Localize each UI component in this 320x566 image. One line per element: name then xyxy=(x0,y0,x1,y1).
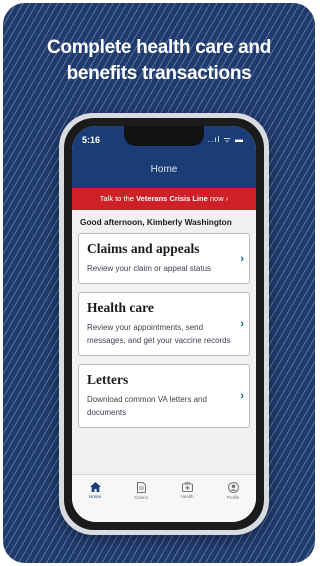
tab-label: Profile xyxy=(226,495,240,500)
chevron-right-icon: › xyxy=(240,252,244,265)
promo-card: Complete health care and benefits transa… xyxy=(3,3,315,563)
crisis-banner-prefix: Talk to the xyxy=(99,194,137,203)
tile-health-care[interactable]: Health care Review your appointments, se… xyxy=(78,292,250,356)
crisis-banner-suffix: now xyxy=(207,194,224,203)
tile-title: Letters xyxy=(87,372,129,387)
profile-icon xyxy=(227,482,239,493)
tile-claims-and-appeals[interactable]: Claims and appeals Review your claim or … xyxy=(78,233,250,284)
crisis-line-link[interactable]: Veterans Crisis Line xyxy=(136,194,208,203)
phone-frame: 5:16 ..ıl ᯤ ▬ Home Talk to the Veterans … xyxy=(59,113,269,535)
tab-label: Health xyxy=(180,494,194,499)
chevron-right-icon: › xyxy=(225,194,229,203)
tile-title: Health care xyxy=(87,300,154,315)
tile-description: Review your claim or appeal status xyxy=(87,264,212,273)
tab-home[interactable]: Home xyxy=(77,482,113,499)
tile-letters[interactable]: Letters Download common VA letters and d… xyxy=(78,364,250,428)
crisis-line-banner[interactable]: Talk to the Veterans Crisis Line now › xyxy=(72,188,256,210)
tile-title: Claims and appeals xyxy=(87,241,200,256)
headline: Complete health care and benefits transa… xyxy=(3,35,315,87)
tile-description: Download common VA letters and documents xyxy=(87,395,207,417)
chevron-right-icon: › xyxy=(240,390,244,402)
tab-profile[interactable]: Profile xyxy=(215,482,251,500)
headline-line-1: Complete health care and xyxy=(46,37,272,58)
phone-notch xyxy=(124,126,204,146)
tab-label: Claims xyxy=(134,495,148,500)
phone-screen: 5:16 ..ıl ᯤ ▬ Home Talk to the Veterans … xyxy=(72,126,256,522)
health-icon xyxy=(181,482,193,492)
status-time: 5:16 xyxy=(82,135,101,145)
tab-label: Home xyxy=(88,494,101,499)
phone-bezel: 5:16 ..ıl ᯤ ▬ Home Talk to the Veterans … xyxy=(64,118,264,530)
tab-health[interactable]: Health xyxy=(169,482,205,499)
status-icons: ..ıl ᯤ ▬ xyxy=(207,135,244,144)
headline-line-2: benefits transactions xyxy=(66,63,252,84)
tile-description: Review your appointments, send messages,… xyxy=(87,323,231,345)
bottom-tab-bar: Home Claims Health Profile xyxy=(72,474,256,522)
chevron-right-icon: › xyxy=(240,318,244,330)
app-header: 5:16 ..ıl ᯤ ▬ Home xyxy=(72,126,256,188)
tab-claims[interactable]: Claims xyxy=(123,482,159,500)
greeting: Good afternoon, Kimberly Washington xyxy=(80,217,232,227)
claims-icon xyxy=(136,482,146,493)
home-icon xyxy=(89,482,101,492)
page-title: Home xyxy=(150,164,178,175)
